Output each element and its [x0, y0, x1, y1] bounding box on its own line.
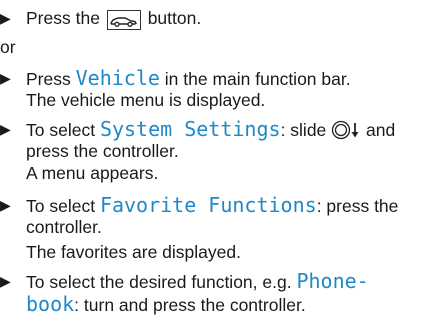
step-result: A menu appears.: [26, 163, 159, 183]
step-line: To select the desired function, e.g. Pho…: [26, 269, 369, 294]
step-text: and: [366, 120, 396, 140]
step-line: controller.: [26, 217, 102, 237]
keyword-favorite-functions: Favorite Functions: [99, 193, 317, 217]
keyword-system-settings: System Settings: [99, 117, 281, 141]
step-line: press the controller.: [26, 141, 179, 161]
step-text: Press the: [26, 8, 100, 28]
step-text: : slide: [280, 120, 327, 140]
step-text: To select: [26, 196, 96, 216]
step-text: To select: [26, 120, 96, 140]
keyword-phonebook-part2: book: [26, 292, 75, 316]
step-line: book: turn and press the controller.: [26, 292, 306, 317]
step-text: button.: [147, 8, 202, 28]
instruction-page: ▶ Press the button. or ▶ Press Vehicle i…: [0, 0, 447, 334]
step-result: The vehicle menu is displayed.: [26, 90, 266, 110]
step-text: To select the desired function, e.g.: [26, 272, 292, 292]
bullet-arrow-icon: ▶: [0, 10, 11, 26]
bullet-arrow-icon: ▶: [0, 70, 11, 86]
bullet-arrow-icon: ▶: [0, 197, 11, 213]
controller-slide-down-icon: [331, 120, 361, 140]
step-line: Press the button.: [26, 6, 201, 30]
keyword-phonebook-part1: Phone-: [296, 269, 369, 293]
step-text: : press the: [316, 196, 399, 216]
step-text: : turn and press the controller.: [74, 295, 306, 315]
or-separator: or: [0, 37, 16, 57]
bullet-arrow-icon: ▶: [0, 273, 11, 289]
bullet-arrow-icon: ▶: [0, 121, 11, 137]
keyword-vehicle: Vehicle: [75, 66, 160, 90]
step-text: in the main function bar.: [164, 69, 351, 89]
step-result: The favorites are displayed.: [26, 242, 241, 262]
step-text: Press: [26, 69, 71, 89]
car-button-icon: [106, 10, 141, 30]
